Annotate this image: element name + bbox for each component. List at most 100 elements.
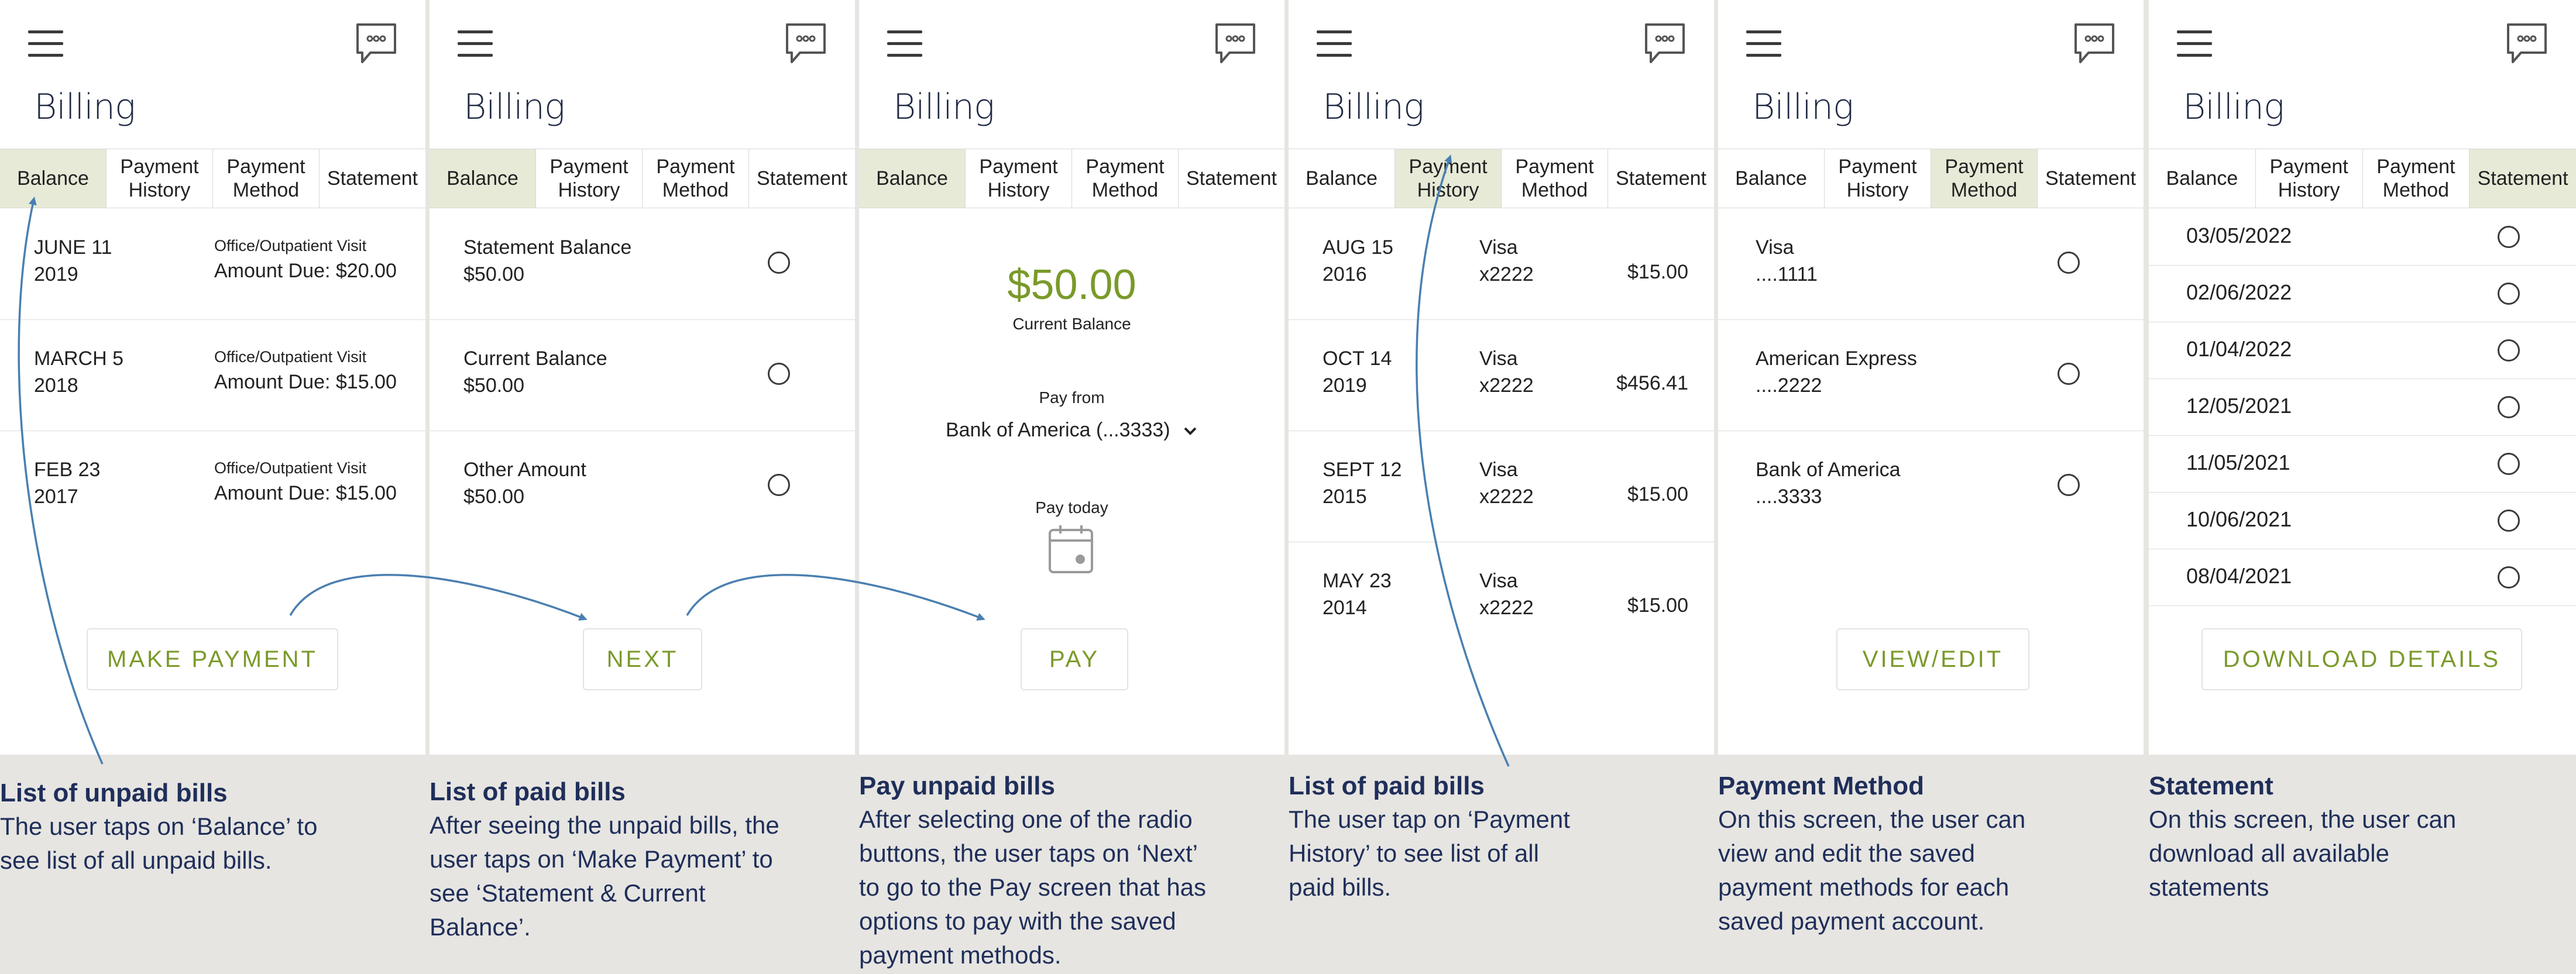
tab-balance[interactable]: Balance (0, 149, 106, 208)
method-radio[interactable] (2058, 474, 2080, 496)
tab-statement[interactable]: Statement (1608, 149, 1714, 208)
statement-radio[interactable] (2498, 566, 2520, 588)
tab-statement[interactable]: Statement (1178, 149, 1284, 208)
hamburger-menu-icon[interactable] (2177, 30, 2212, 57)
payment-amount: $456.41 (1616, 372, 1688, 394)
statement-row[interactable]: 08/04/2021 (2149, 549, 2576, 606)
top-bar (859, 0, 1284, 94)
page-title: Billing (2183, 87, 2285, 128)
payment-row[interactable]: MAY 23 2014 Visa x2222 $15.00 (1289, 542, 1714, 653)
tab-statement[interactable]: Statement (2037, 149, 2144, 208)
billing-tabs: Balance Payment History Payment Method S… (430, 149, 855, 208)
amount-option-row[interactable]: Other Amount $50.00 (430, 431, 855, 542)
chat-bubble-icon[interactable] (354, 21, 399, 66)
tab-statement[interactable]: Statement (748, 149, 855, 208)
statement-row[interactable]: 12/05/2021 (2149, 378, 2576, 436)
payment-card: Visa x2222 (1479, 459, 1534, 508)
tab-payment-method[interactable]: Payment Method (1071, 149, 1178, 208)
amount-radio[interactable] (768, 363, 790, 385)
caption-title: Statement (2149, 772, 2273, 800)
payment-row[interactable]: OCT 14 2019 Visa x2222 $456.41 (1289, 319, 1714, 431)
caption-body: The user taps on ‘Balance’ to see list o… (0, 813, 318, 874)
tab-payment-history[interactable]: Payment History (1395, 149, 1501, 208)
screen-select-amount: Billing Balance Payment History Payment … (430, 0, 855, 755)
tab-payment-method[interactable]: Payment Method (2362, 149, 2469, 208)
bill-type: Office/Outpatient Visit (214, 459, 367, 477)
pay-today-label: Pay today (1035, 498, 1108, 517)
bill-row[interactable]: JUNE 11 2019 Office/Outpatient Visit Amou… (0, 208, 425, 320)
top-bar (0, 0, 425, 94)
amount-option-row[interactable]: Statement Balance $50.00 (430, 208, 855, 320)
statement-radio[interactable] (2498, 283, 2520, 305)
tab-payment-history[interactable]: Payment History (535, 149, 642, 208)
chat-bubble-icon[interactable] (784, 21, 828, 66)
statement-radio[interactable] (2498, 339, 2520, 362)
payment-method-row[interactable]: Visa ....1111 (1718, 208, 2144, 320)
tab-payment-method[interactable]: Payment Method (1501, 149, 1608, 208)
tab-balance[interactable]: Balance (1289, 149, 1395, 208)
chat-bubble-icon[interactable] (1213, 21, 1258, 66)
pay-from-select[interactable]: Bank of America (...3333) (859, 419, 1284, 442)
top-bar (1718, 0, 2144, 94)
chat-bubble-icon[interactable] (2072, 21, 2117, 66)
amount-option-label: Statement Balance (463, 236, 632, 259)
download-details-button[interactable]: DOWNLOAD DETAILS (2201, 628, 2522, 690)
hamburger-menu-icon[interactable] (1746, 30, 1781, 57)
tab-statement[interactable]: Statement (319, 149, 425, 208)
make-payment-button[interactable]: MAKE PAYMENT (87, 628, 338, 690)
bill-amount: Amount Due: $20.00 (214, 260, 397, 282)
tab-balance[interactable]: Balance (2149, 149, 2255, 208)
amount-option-value: $50.00 (463, 263, 524, 285)
billing-tabs: Balance Payment History Payment Method S… (0, 149, 425, 208)
hamburger-menu-icon[interactable] (458, 30, 493, 57)
statement-row[interactable]: 02/06/2022 (2149, 265, 2576, 322)
amount-radio[interactable] (768, 474, 790, 496)
next-button[interactable]: NEXT (583, 628, 702, 690)
hamburger-menu-icon[interactable] (1317, 30, 1352, 57)
bill-row[interactable]: FEB 23 2017 Office/Outpatient Visit Amoun… (0, 431, 425, 542)
tab-statement[interactable]: Statement (2469, 149, 2576, 208)
statement-radio[interactable] (2498, 396, 2520, 418)
tab-payment-history[interactable]: Payment History (1824, 149, 1931, 208)
tab-payment-history[interactable]: Payment History (2255, 149, 2362, 208)
tab-payment-method[interactable]: Payment Method (212, 149, 319, 208)
tab-payment-history[interactable]: Payment History (106, 149, 212, 208)
tab-balance[interactable]: Balance (430, 149, 535, 208)
page-title: Billing (1323, 87, 1424, 128)
view-edit-button[interactable]: VIEW/EDIT (1836, 628, 2029, 690)
amount-option-row[interactable]: Current Balance $50.00 (430, 319, 855, 431)
hamburger-menu-icon[interactable] (28, 30, 63, 57)
statement-row[interactable]: 11/05/2021 (2149, 435, 2576, 493)
billing-tabs: Balance Payment History Payment Method S… (1718, 149, 2144, 208)
chat-bubble-icon[interactable] (2505, 21, 2549, 66)
calendar-icon[interactable] (1047, 524, 1094, 574)
statement-radio[interactable] (2498, 226, 2520, 248)
statement-row[interactable]: 03/05/2022 (2149, 208, 2576, 266)
method-radio[interactable] (2058, 363, 2080, 385)
statement-row[interactable]: 10/06/2021 (2149, 492, 2576, 549)
payment-row[interactable]: SEPT 12 2015 Visa x2222 $15.00 (1289, 431, 1714, 542)
tab-payment-method[interactable]: Payment Method (1931, 149, 2037, 208)
amount-radio[interactable] (768, 252, 790, 274)
tab-payment-method[interactable]: Payment Method (642, 149, 748, 208)
payment-method-row[interactable]: American Express ....2222 (1718, 319, 2144, 431)
bill-row[interactable]: MARCH 5 2018 Office/Outpatient Visit Amou… (0, 319, 425, 431)
payment-row[interactable]: AUG 15 2016 Visa x2222 $15.00 (1289, 208, 1714, 320)
amount-option-label: Current Balance (463, 347, 607, 370)
tab-balance[interactable]: Balance (859, 149, 965, 208)
payment-method-row[interactable]: Bank of America ....3333 (1718, 431, 2144, 542)
method-radio[interactable] (2058, 252, 2080, 274)
statement-radio[interactable] (2498, 453, 2520, 475)
amount-option: Other Amount $50.00 (463, 456, 586, 510)
pay-button[interactable]: PAY (1021, 628, 1128, 690)
tab-balance[interactable]: Balance (1718, 149, 1824, 208)
bill-type: Office/Outpatient Visit (214, 348, 367, 366)
payment-date: OCT 14 2019 (1323, 347, 1392, 397)
payment-card: Visa x2222 (1479, 236, 1534, 285)
chat-bubble-icon[interactable] (1643, 21, 1687, 66)
tab-payment-history[interactable]: Payment History (965, 149, 1071, 208)
statement-row[interactable]: 01/04/2022 (2149, 322, 2576, 379)
hamburger-menu-icon[interactable] (887, 30, 922, 57)
statement-radio[interactable] (2498, 510, 2520, 532)
caption-title: Pay unpaid bills (859, 772, 1055, 800)
